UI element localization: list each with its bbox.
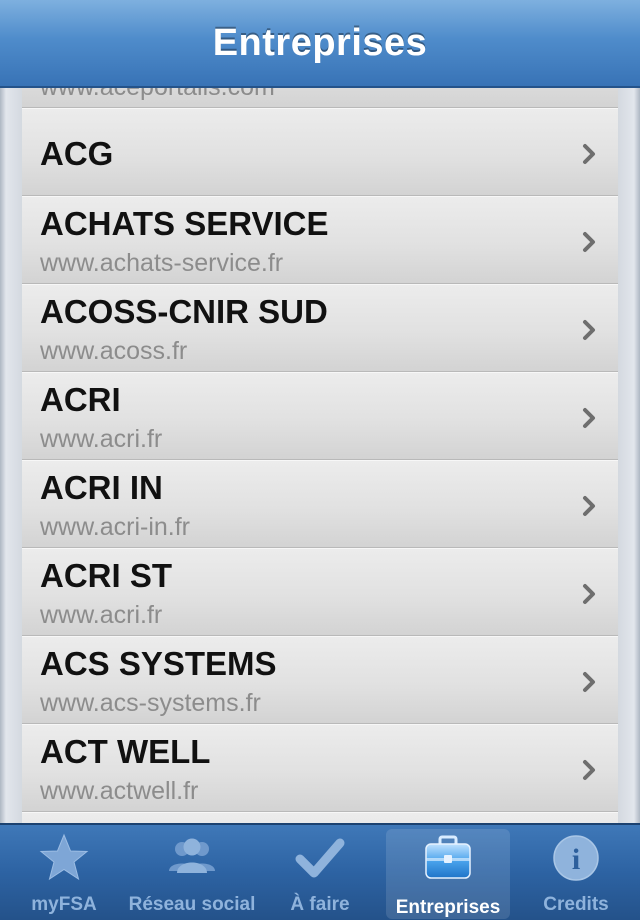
list-item[interactable]: ACRI www.acri.fr [22, 372, 618, 460]
company-url: www.achats-service.fr [40, 249, 284, 277]
company-name: ACHATS SERVICE [40, 205, 329, 242]
chevron-right-icon [583, 672, 595, 692]
company-list: www.aceportails.com ACG ACHATS SERVICE w… [22, 88, 618, 823]
list-item[interactable]: ACHATS SERVICE www.achats-service.fr [22, 196, 618, 284]
navigation-bar: Entreprises [0, 0, 640, 88]
tab-label: Credits [543, 894, 609, 915]
people-icon [169, 838, 215, 873]
company-url: www.acri.fr [40, 601, 163, 629]
chevron-right-icon [583, 584, 595, 604]
tab-reseau-social[interactable]: Réseau social [128, 825, 256, 920]
chevron-right-icon [583, 320, 595, 340]
list-item[interactable]: ACRI ST www.acri.fr [22, 548, 618, 636]
company-url: www.acoss.fr [40, 337, 188, 365]
star-icon [39, 833, 89, 881]
company-url: www.actwell.fr [40, 777, 199, 805]
info-icon: i [553, 835, 599, 881]
company-url: www.aceportails.com [40, 88, 275, 102]
company-name: ACRI [40, 381, 121, 418]
tab-a-faire[interactable]: À faire [256, 825, 384, 920]
company-name: ACT WELL [40, 733, 211, 770]
list-item-partial-top[interactable]: www.aceportails.com [22, 88, 618, 108]
company-url: www.acri.fr [40, 425, 163, 453]
tab-label: myFSA [31, 894, 97, 915]
chevron-right-icon [583, 144, 595, 164]
tab-entreprises[interactable]: Entreprises [386, 829, 510, 919]
company-list-container[interactable]: www.aceportails.com ACG ACHATS SERVICE w… [0, 88, 640, 823]
company-name: ACG [40, 135, 114, 172]
tab-bar: myFSA Réseau social À faire Entreprises … [0, 823, 640, 920]
tab-myfsa[interactable]: myFSA [0, 825, 128, 920]
company-name: ACOSS-CNIR SUD [40, 293, 328, 330]
chevron-right-icon [583, 496, 595, 516]
company-name: ACS SYSTEMS [40, 645, 277, 682]
list-item[interactable]: ACOSS-CNIR SUD www.acoss.fr [22, 284, 618, 372]
svg-text:i: i [572, 843, 580, 876]
list-item-partial-bottom[interactable] [22, 812, 618, 823]
list-item[interactable]: ACS SYSTEMS www.acs-systems.fr [22, 636, 618, 724]
list-item[interactable]: ACG [22, 108, 618, 196]
tab-label: Réseau social [128, 894, 256, 915]
company-url: www.acri-in.fr [40, 513, 191, 541]
checkmark-icon [295, 838, 345, 878]
briefcase-icon [425, 835, 471, 879]
company-name: ACRI ST [40, 557, 172, 594]
list-item[interactable]: ACT WELL www.actwell.fr [22, 724, 618, 812]
list-item[interactable]: ACRI IN www.acri-in.fr [22, 460, 618, 548]
company-url: www.acs-systems.fr [40, 689, 261, 717]
tab-label: Entreprises [395, 897, 501, 918]
chevron-right-icon [583, 232, 595, 252]
chevron-right-icon [583, 760, 595, 780]
chevron-right-icon [583, 408, 595, 428]
tab-credits[interactable]: i Credits [512, 825, 640, 920]
tab-label: À faire [290, 894, 350, 915]
company-name: ACRI IN [40, 469, 163, 506]
page-title: Entreprises [212, 21, 428, 64]
